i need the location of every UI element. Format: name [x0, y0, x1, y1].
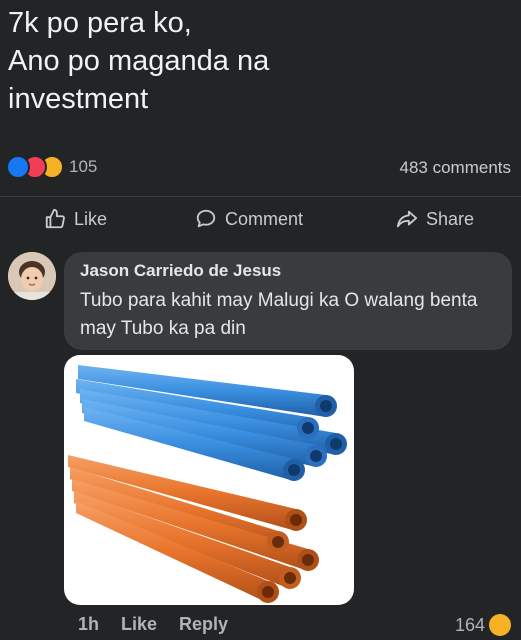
comment-bubble: Jason Carriedo de Jesus Tubo para kahit …	[64, 252, 512, 350]
reaction-summary[interactable]: 105	[6, 155, 97, 179]
post-text: 7k po pera ko, Ano po maganda na investm…	[8, 7, 270, 115]
reaction-count: 105	[69, 157, 98, 176]
divider	[0, 196, 521, 197]
share-label: Share	[426, 208, 475, 229]
share-button[interactable]: Share	[396, 208, 474, 230]
comment-reactions[interactable]: 164	[455, 614, 511, 636]
comment-photo-pipes[interactable]	[64, 355, 354, 605]
haha-icon	[489, 614, 511, 636]
thumbs-up-icon	[45, 208, 65, 229]
share-icon	[396, 210, 418, 228]
like-button[interactable]: Like	[44, 208, 107, 230]
comment-like-button[interactable]: Like	[121, 614, 157, 635]
blue-pipes	[76, 365, 347, 481]
comment-time[interactable]: 1h	[78, 614, 99, 635]
comments-count[interactable]: 483 comments	[400, 158, 512, 178]
comment-reaction-count: 164	[454, 614, 485, 635]
commenter-avatar[interactable]	[8, 252, 56, 300]
comment-icon	[196, 209, 216, 228]
like-label: Like	[74, 208, 108, 229]
comment-button[interactable]: Comment	[195, 208, 303, 230]
comment-reply-button[interactable]: Reply	[179, 614, 228, 635]
comment-meta: 1h Like Reply	[78, 614, 228, 635]
post-actions: Like Comment Share	[0, 208, 521, 242]
comment-text: Tubo para kahit may Malugi ka O walang b…	[80, 290, 478, 339]
like-reaction-icon	[6, 155, 30, 179]
comment-label: Comment	[225, 208, 304, 229]
comment-author[interactable]: Jason Carriedo de Jesus	[80, 261, 281, 281]
